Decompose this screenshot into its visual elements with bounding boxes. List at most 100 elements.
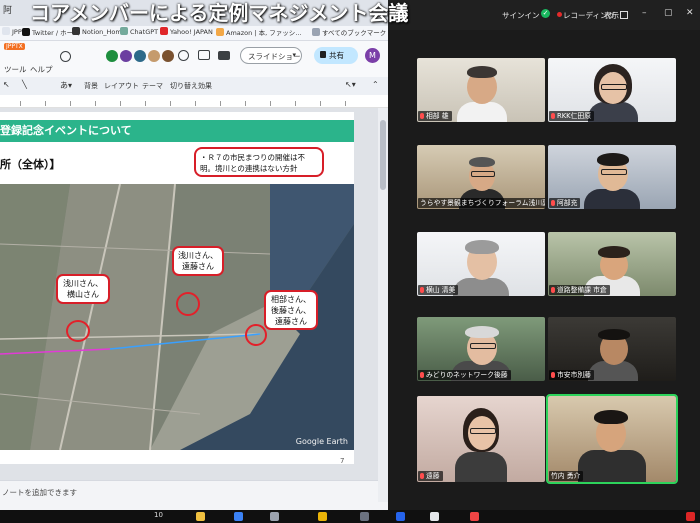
grid-view-icon[interactable] — [620, 11, 628, 19]
pointer-tool-icon[interactable]: ↖▾ — [345, 80, 356, 89]
browser-window: 阿 JPPTX Twitter / ホーム Notion_Home ChatGP… — [0, 0, 388, 510]
participant-tile[interactable]: 相部 雄 — [417, 58, 545, 122]
avatar — [120, 50, 132, 62]
x-icon — [22, 28, 30, 36]
participant-tile[interactable]: みどりのネットワーク後藤 — [417, 317, 545, 381]
maximize-icon[interactable]: ▢ — [664, 8, 673, 18]
participant-tile-active-speaker[interactable]: 竹内 勇介 — [546, 394, 678, 484]
page-number: 7 — [340, 457, 345, 465]
close-icon[interactable]: ✕ — [686, 8, 694, 18]
bookmark-amazon[interactable]: Amazon | 本, ファッシ… — [216, 27, 302, 37]
participant-name: 市安市別藤 — [549, 370, 594, 380]
participant-tile[interactable]: 道路整備課 市倉 — [548, 232, 676, 296]
taskbar: 10 — [0, 510, 700, 523]
participant-tile[interactable]: 横山 清美 — [417, 232, 545, 296]
yahoo-icon — [160, 27, 168, 35]
mic-muted-icon — [420, 372, 424, 378]
mic-muted-icon — [420, 287, 424, 293]
slide-subtitle: 所（全体）】 — [0, 158, 61, 171]
participant-name: みどりのネットワーク後藤 — [418, 370, 511, 380]
app-icon[interactable] — [686, 512, 695, 521]
editor-toolbar: ↖ ╲ あ▾ 背景 レイアウト テーマ 切り替え効果 ↖▾ ⌃ — [0, 77, 388, 96]
account-avatar[interactable]: M — [365, 48, 380, 63]
avatar — [134, 50, 146, 62]
tab-badge[interactable]: 阿 — [3, 3, 12, 16]
participant-tile[interactable]: 市安市別藤 — [548, 317, 676, 381]
share-button[interactable]: 共有 — [314, 47, 358, 64]
slide-canvas: 登録記念イベントについて 所（全体）】 ・Ｒ７の市民まつりの開催は不明。境川との… — [0, 108, 378, 480]
chatgpt-icon — [120, 27, 128, 35]
speaker-notes[interactable]: ノートを追加できます — [0, 480, 378, 503]
chevron-up-icon[interactable]: ⌃ — [372, 80, 379, 89]
callout-bubble: 相部さん、後藤さん、遠藤さん — [264, 290, 318, 330]
highlight-circle — [245, 324, 267, 346]
minimize-icon[interactable]: – — [642, 8, 647, 18]
jpptx-icon — [2, 27, 10, 35]
slide-title: 登録記念イベントについて — [0, 124, 132, 137]
bookmark-yahoo[interactable]: Yahoo! JAPAN — [160, 27, 213, 36]
notification-count: 10 — [154, 511, 163, 519]
bookmark-chatgpt[interactable]: ChatGPT — [120, 27, 158, 36]
video-overlay-title: コアメンバーによる定例マネジメント会議 — [30, 1, 409, 25]
bookmark-notion[interactable]: Notion_Home — [72, 27, 126, 36]
app-icon[interactable] — [318, 512, 327, 521]
app-icon[interactable] — [234, 512, 243, 521]
app-icon[interactable] — [430, 512, 439, 521]
slide[interactable]: 登録記念イベントについて 所（全体）】 ・Ｒ７の市民まつりの開催は不明。境川との… — [0, 112, 354, 465]
mic-muted-icon — [551, 113, 555, 119]
participant-name: 阿部充 — [549, 198, 581, 208]
participant-name: うらやす景観まちづくりフォーラム浅川副 — [418, 198, 545, 208]
mic-muted-icon — [551, 200, 555, 206]
app-icon[interactable] — [396, 512, 405, 521]
bookmark-twitter[interactable]: Twitter / ホーム — [22, 27, 79, 37]
text-style-icon[interactable]: あ▾ — [60, 80, 72, 91]
mic-muted-icon — [551, 287, 555, 293]
participant-tile[interactable]: RKK仁田原 — [548, 58, 676, 122]
participant-name: 相部 雄 — [418, 111, 452, 121]
toolbar-transition[interactable]: 切り替え効果 — [170, 81, 212, 91]
highlight-circle — [176, 292, 200, 316]
comment-icon[interactable] — [198, 50, 210, 60]
all-bookmarks[interactable]: すべてのブックマーク — [312, 27, 386, 37]
app-icon[interactable] — [360, 512, 369, 521]
line-icon[interactable]: ╲ — [22, 80, 27, 89]
participant-tile[interactable]: うらやす景観まちづくりフォーラム浅川副 — [417, 145, 545, 209]
bookmarks-bar: JPPTX Twitter / ホーム Notion_Home ChatGPT … — [0, 26, 388, 41]
participant-tile[interactable]: 遠藤 — [417, 396, 545, 482]
cursor-icon[interactable]: ↖ — [3, 80, 10, 89]
toolbar-background[interactable]: 背景 — [84, 81, 98, 91]
lock-icon — [320, 51, 326, 58]
participant-name: 道路整備課 市倉 — [549, 285, 610, 295]
video-icon[interactable] — [218, 51, 230, 60]
toolbar-theme[interactable]: テーマ — [142, 81, 163, 91]
participant-tile[interactable]: 阿部充 — [548, 145, 676, 209]
participant-name: 遠藤 — [418, 471, 443, 481]
menu-help[interactable]: ヘルプ — [30, 64, 53, 75]
participant-name: 竹内 勇介 — [549, 471, 584, 481]
folder-icon[interactable] — [196, 512, 205, 521]
callout-bubble: 浅川さん、遠藤さん — [172, 246, 224, 276]
view-button[interactable]: 表示 — [604, 10, 619, 21]
share-label: 共有 — [329, 51, 344, 60]
participant-name: 横山 清美 — [418, 285, 459, 295]
app-icon[interactable] — [470, 512, 479, 521]
ruler — [0, 95, 388, 108]
notes-placeholder: ノートを追加できます — [2, 488, 77, 497]
menu-tools[interactable]: ツール — [4, 64, 27, 75]
shield-check-icon: ✓ — [541, 9, 550, 18]
history-icon[interactable] — [60, 51, 71, 62]
sign-in-button[interactable]: サインイン — [502, 10, 540, 21]
toolbar-layout[interactable]: レイアウト — [104, 81, 139, 91]
avatar — [162, 50, 174, 62]
mic-muted-icon — [420, 113, 424, 119]
meet-icon[interactable] — [106, 50, 118, 62]
folder-icon — [312, 28, 320, 36]
highlight-circle — [66, 320, 90, 342]
history-icon[interactable] — [178, 50, 189, 61]
participant-name: RKK仁田原 — [549, 111, 595, 121]
scrollbar-thumb[interactable] — [380, 120, 386, 190]
slideshow-button[interactable]: スライドショー ▾ — [240, 47, 302, 64]
record-dot-icon — [557, 12, 562, 17]
app-icon[interactable] — [270, 512, 279, 521]
satellite-map: 浅川さん、横山さん 浅川さん、遠藤さん 相部さん、後藤さん、遠藤さん Googl… — [0, 184, 354, 450]
